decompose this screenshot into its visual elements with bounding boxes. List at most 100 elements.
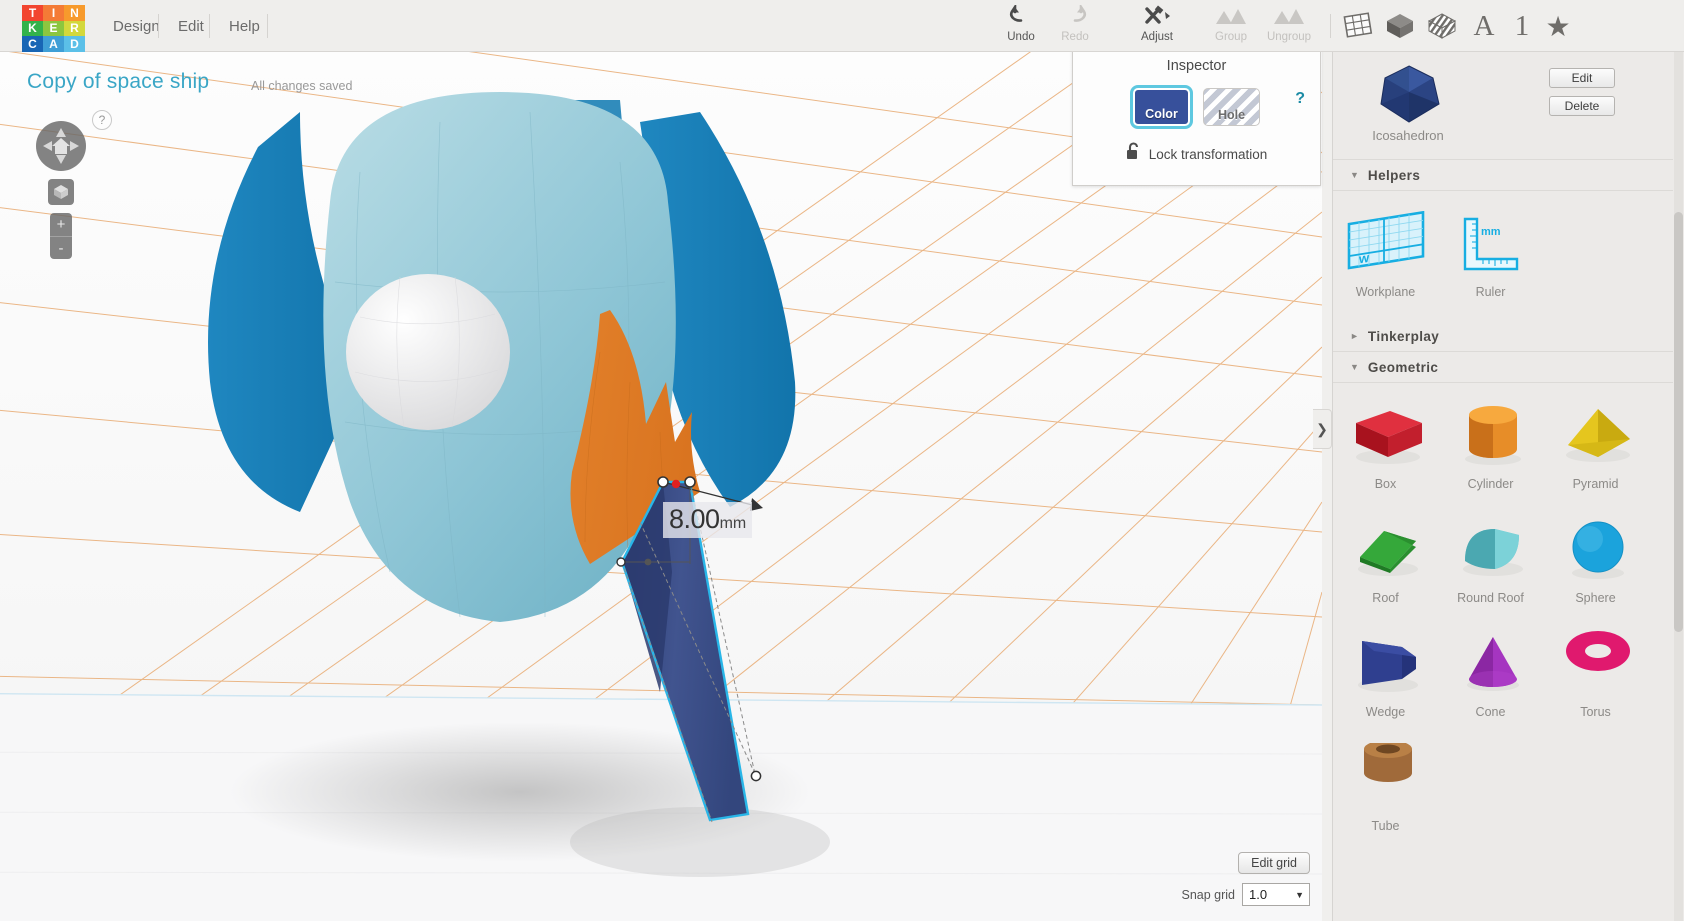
redo-label: Redo <box>1061 31 1089 43</box>
tube-shape-icon <box>1344 735 1428 817</box>
star-favorite-icon[interactable]: ★ <box>1540 8 1576 44</box>
logo-cell-n: N <box>64 5 85 21</box>
top-toolbar: T I N K E R C A D Design Edit Help Undo <box>0 0 1684 52</box>
tinkercad-logo[interactable]: T I N K E R C A D <box>22 5 85 52</box>
sphere-shape-icon <box>1554 507 1638 589</box>
chevron-down-icon: ▼ <box>1350 170 1359 180</box>
shape-label-tube: Tube <box>1371 819 1400 833</box>
ungroup-button[interactable]: Ungroup <box>1254 4 1324 48</box>
lock-transformation-label: Lock transformation <box>1148 146 1268 162</box>
shape-item-round-roof[interactable]: Round Roof <box>1438 507 1543 605</box>
svg-text:mm: mm <box>1481 226 1501 238</box>
shape-label-cylinder: Cylinder <box>1467 477 1514 491</box>
redo-arrow-icon <box>1063 4 1087 28</box>
save-status: All changes saved <box>251 79 353 93</box>
view-navigation-pad[interactable] <box>36 121 86 171</box>
shapes-panel: Icosahedron Edit Delete ▼ Helpers w Work… <box>1332 52 1684 921</box>
shape-label-pyramid: Pyramid <box>1572 477 1619 491</box>
toolbar-divider <box>1330 14 1331 38</box>
nav-up-arrow-icon <box>56 128 66 137</box>
redo-button[interactable]: Redo <box>1044 4 1106 48</box>
cylinder-shape-icon <box>1449 393 1533 475</box>
shape-item-tube[interactable]: Tube <box>1333 735 1438 833</box>
snap-grid-value: 1.0 <box>1249 887 1268 902</box>
logo-cell-c: C <box>22 36 43 52</box>
home-view-icon <box>52 138 70 154</box>
shape-item-cylinder[interactable]: Cylinder <box>1438 393 1543 491</box>
selected-shape-name: Icosahedron <box>1372 128 1444 143</box>
shape-item-ruler[interactable]: mm Ruler <box>1438 201 1543 299</box>
section-helpers-label: Helpers <box>1367 167 1421 183</box>
logo-cell-e: E <box>43 20 64 37</box>
shape-item-box[interactable]: Box <box>1333 393 1438 491</box>
shape-label-torus: Torus <box>1580 705 1611 719</box>
group-button[interactable]: Group <box>1200 4 1262 48</box>
menu-divider-3 <box>267 14 268 38</box>
undo-label: Undo <box>1007 31 1035 43</box>
collapse-panel-button[interactable]: ❯ <box>1313 409 1332 449</box>
wedge-shape-icon <box>1344 621 1428 703</box>
shape-item-torus[interactable]: Torus <box>1543 621 1648 719</box>
edit-grid-button[interactable]: Edit grid <box>1238 852 1310 874</box>
logo-cell-k: K <box>22 20 43 37</box>
shape-label-ruler: Ruler <box>1475 285 1506 299</box>
logo-cell-t: T <box>22 5 43 21</box>
edit-shape-button[interactable]: Edit <box>1549 68 1615 88</box>
group-label: Group <box>1215 31 1247 43</box>
snap-grid-label: Snap grid <box>1181 887 1235 902</box>
striped-cube-icon[interactable] <box>1424 8 1460 44</box>
snap-grid-select[interactable]: 1.0 ▼ <box>1242 883 1310 906</box>
svg-text:w: w <box>1358 250 1370 267</box>
nav-down-arrow-icon <box>56 155 66 164</box>
section-tinkerplay[interactable]: ► Tinkerplay <box>1333 321 1673 352</box>
chevron-down-icon: ▼ <box>1295 889 1304 900</box>
hole-swatch-button[interactable]: Hole <box>1203 88 1260 126</box>
shape-item-sphere[interactable]: Sphere <box>1543 507 1648 605</box>
shape-item-workplane[interactable]: w Workplane <box>1333 201 1438 299</box>
text-letter-a-icon[interactable]: A <box>1466 8 1502 44</box>
undo-button[interactable]: Undo <box>990 4 1052 48</box>
ungroup-label: Ungroup <box>1266 31 1312 43</box>
adjust-button[interactable]: Adjust <box>1122 4 1192 48</box>
logo-cell-a: A <box>43 36 64 52</box>
dimension-unit: mm <box>719 515 747 532</box>
shape-item-pyramid[interactable]: Pyramid <box>1543 393 1648 491</box>
shape-item-cone[interactable]: Cone <box>1438 621 1543 719</box>
undo-arrow-icon <box>1009 4 1033 28</box>
inspector-panel: Inspector Color Hole Lock transformation… <box>1072 45 1321 186</box>
cone-shape-icon <box>1449 621 1533 703</box>
open-padlock-icon <box>1126 142 1141 166</box>
logo-cell-r: R <box>64 20 85 37</box>
dimension-label[interactable]: 8.00mm <box>663 502 753 538</box>
round-roof-shape-icon <box>1449 507 1533 589</box>
fit-to-view-cube-icon[interactable] <box>48 179 74 205</box>
inspector-help-icon[interactable]: ? <box>1295 90 1305 108</box>
solid-cube-icon[interactable] <box>1382 8 1418 44</box>
canvas-help-icon[interactable]: ? <box>92 110 112 130</box>
shape-item-wedge[interactable]: Wedge <box>1333 621 1438 719</box>
color-swatch-button[interactable]: Color <box>1133 88 1190 126</box>
group-shapes-icon <box>1214 4 1248 28</box>
panel-scroll-content: Icosahedron Edit Delete ▼ Helpers w Work… <box>1333 52 1673 855</box>
zoom-out-button[interactable]: - <box>50 236 72 259</box>
zoom-in-button[interactable]: + <box>50 213 72 236</box>
section-geometric[interactable]: ▼ Geometric <box>1333 352 1673 383</box>
chevron-right-icon: ► <box>1350 331 1359 341</box>
snap-grid-control: Snap grid 1.0 ▼ <box>1181 883 1310 906</box>
shape-label-workplane: Workplane <box>1355 285 1416 299</box>
number-one-icon[interactable]: 1 <box>1504 8 1540 44</box>
icosahedron-preview-icon <box>1375 62 1443 131</box>
section-helpers[interactable]: ▼ Helpers <box>1333 160 1673 191</box>
shape-label-wedge: Wedge <box>1365 705 1406 719</box>
document-title[interactable]: Copy of space ship <box>27 70 209 94</box>
delete-shape-button[interactable]: Delete <box>1549 96 1615 116</box>
panel-scrollbar-thumb[interactable] <box>1674 212 1683 632</box>
shape-item-roof[interactable]: Roof <box>1333 507 1438 605</box>
section-geometric-label: Geometric <box>1367 359 1439 375</box>
shape-label-box: Box <box>1374 477 1397 491</box>
workplane-helper-icon: w <box>1343 201 1429 283</box>
ruler-helper-icon: mm <box>1451 201 1531 283</box>
lock-transformation-row[interactable]: Lock transformation <box>1073 142 1320 166</box>
workplane-grid-icon[interactable] <box>1340 8 1376 44</box>
logo-cell-d: D <box>64 36 85 52</box>
